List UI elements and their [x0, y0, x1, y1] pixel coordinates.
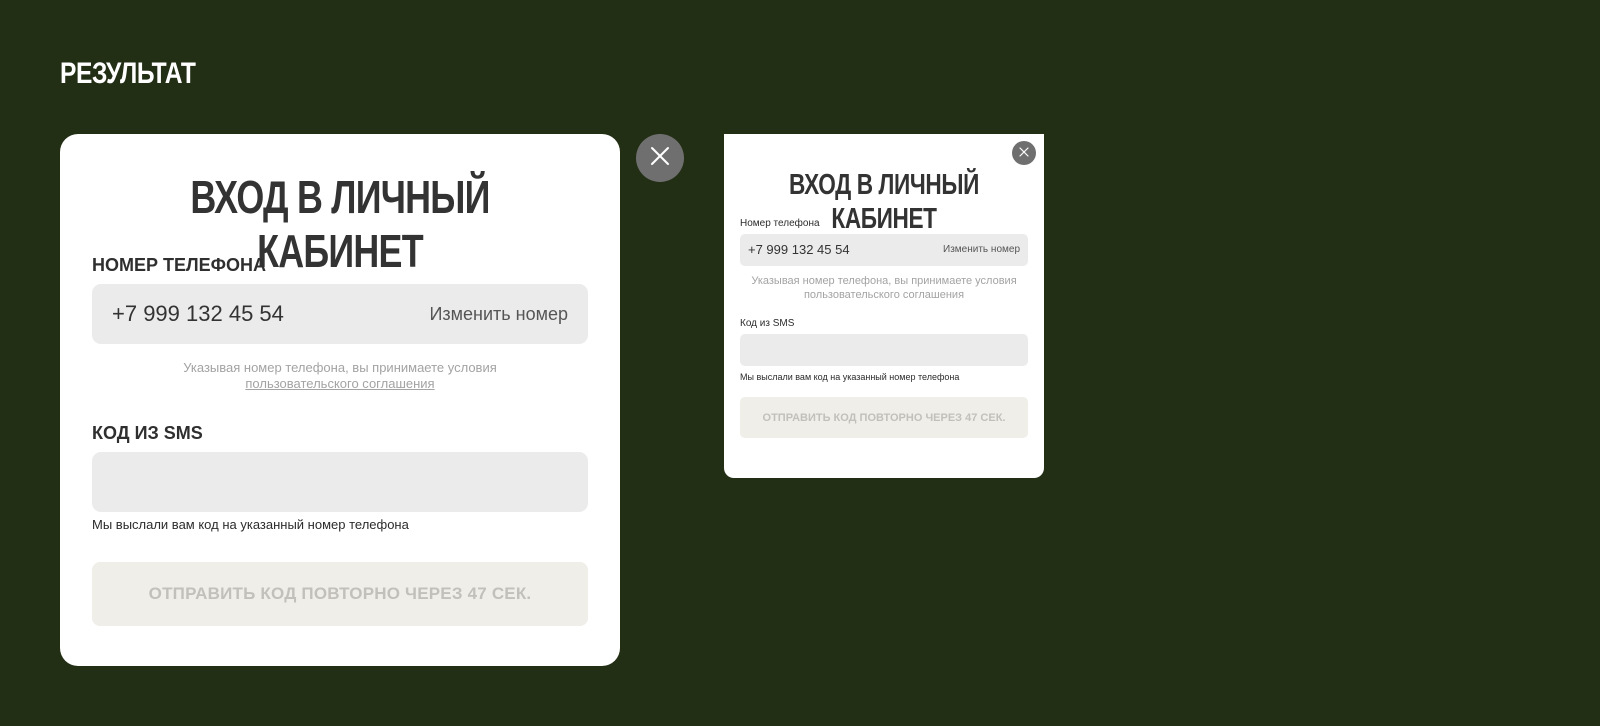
- login-modal-mobile: ВХОД В ЛИЧНЫЙ КАБИНЕТ Номер телефона +7 …: [724, 134, 1044, 478]
- phone-field: +7 999 132 45 54 Изменить номер: [92, 284, 588, 344]
- close-icon: [650, 146, 670, 171]
- sms-code-label-small: Код из SMS: [740, 318, 795, 329]
- sms-code-input[interactable]: [92, 452, 588, 512]
- user-agreement-link-small[interactable]: пользовательского соглашения: [804, 288, 964, 302]
- consent-note-small: Указывая номер телефона, вы принимаете у…: [740, 274, 1028, 302]
- section-title: РЕЗУЛЬТАТ: [60, 57, 196, 90]
- sms-code-input-small[interactable]: [740, 334, 1028, 366]
- resend-code-button-small[interactable]: ОТПРАВИТЬ КОД ПОВТОРНО ЧЕРЕЗ 47 СЕК.: [740, 397, 1028, 438]
- phone-value-small: +7 999 132 45 54: [748, 242, 850, 257]
- consent-text: Указывая номер телефона, вы принимаете у…: [183, 360, 497, 375]
- resend-code-button[interactable]: ОТПРАВИТЬ КОД ПОВТОРНО ЧЕРЕЗ 47 СЕК.: [92, 562, 588, 626]
- change-number-link-small[interactable]: Изменить номер: [943, 234, 1020, 266]
- close-icon: [1019, 144, 1029, 162]
- consent-text-small: Указывая номер телефона, вы принимаете у…: [751, 275, 1017, 287]
- sms-code-label: КОД ИЗ SMS: [92, 423, 203, 443]
- phone-label: НОМЕР ТЕЛЕФОНА: [92, 255, 267, 275]
- phone-field-small: +7 999 132 45 54 Изменить номер: [740, 234, 1028, 266]
- consent-note: Указывая номер телефона, вы принимаете у…: [92, 360, 588, 392]
- close-button[interactable]: [636, 134, 684, 182]
- login-modal-desktop: ВХОД В ЛИЧНЫЙ КАБИНЕТ НОМЕР ТЕЛЕФОНА +7 …: [60, 134, 620, 666]
- phone-value: +7 999 132 45 54: [112, 301, 284, 326]
- sms-hint-small: Мы выслали вам код на указанный номер те…: [740, 372, 960, 382]
- close-button-small[interactable]: [1012, 141, 1036, 165]
- user-agreement-link[interactable]: пользовательского соглашения: [245, 376, 434, 392]
- change-number-link[interactable]: Изменить номер: [429, 284, 568, 344]
- sms-hint: Мы выслали вам код на указанный номер те…: [92, 517, 409, 532]
- phone-label-small: Номер телефона: [740, 218, 820, 229]
